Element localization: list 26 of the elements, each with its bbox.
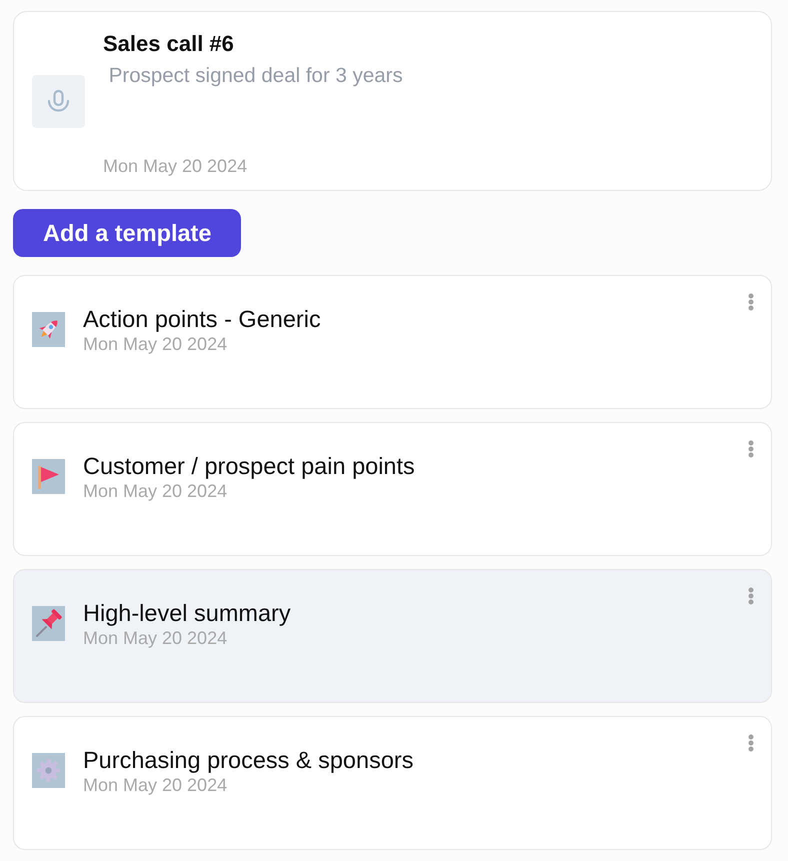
template-title: Customer / prospect pain points	[83, 452, 415, 481]
template-card[interactable]: High-level summary Mon May 20 2024	[13, 569, 772, 703]
more-options-icon[interactable]	[748, 293, 754, 311]
call-title: Sales call #6	[103, 30, 235, 57]
call-date: Mon May 20 2024	[103, 156, 248, 177]
more-options-icon[interactable]	[748, 734, 754, 752]
rocket-icon	[32, 312, 65, 347]
more-options-icon[interactable]	[748, 587, 754, 605]
template-date: Mon May 20 2024	[83, 628, 228, 649]
flag-icon	[32, 459, 65, 494]
template-date: Mon May 20 2024	[83, 775, 228, 796]
pushpin-icon	[32, 606, 65, 641]
template-card[interactable]: Action points - Generic Mon May 20 2024	[13, 275, 772, 409]
gear-icon	[32, 753, 65, 788]
template-date: Mon May 20 2024	[83, 334, 228, 355]
call-card[interactable]: Sales call #6 Prospect signed deal for 3 years Mon May 20 2024	[13, 11, 772, 191]
microphone-icon	[32, 75, 85, 128]
more-options-icon[interactable]	[748, 440, 754, 458]
add-template-button[interactable]: Add a template	[13, 209, 242, 257]
call-summary: Prospect signed deal for 3 years	[108, 63, 403, 88]
template-title: High-level summary	[83, 599, 291, 628]
template-card[interactable]: Purchasing process & sponsors Mon May 20 2024	[13, 716, 772, 850]
template-title: Action points - Generic	[83, 305, 321, 334]
template-title: Purchasing process & sponsors	[83, 746, 414, 775]
template-date: Mon May 20 2024	[83, 481, 228, 502]
template-card[interactable]: Customer / prospect pain points Mon May 20 2024	[13, 422, 772, 556]
